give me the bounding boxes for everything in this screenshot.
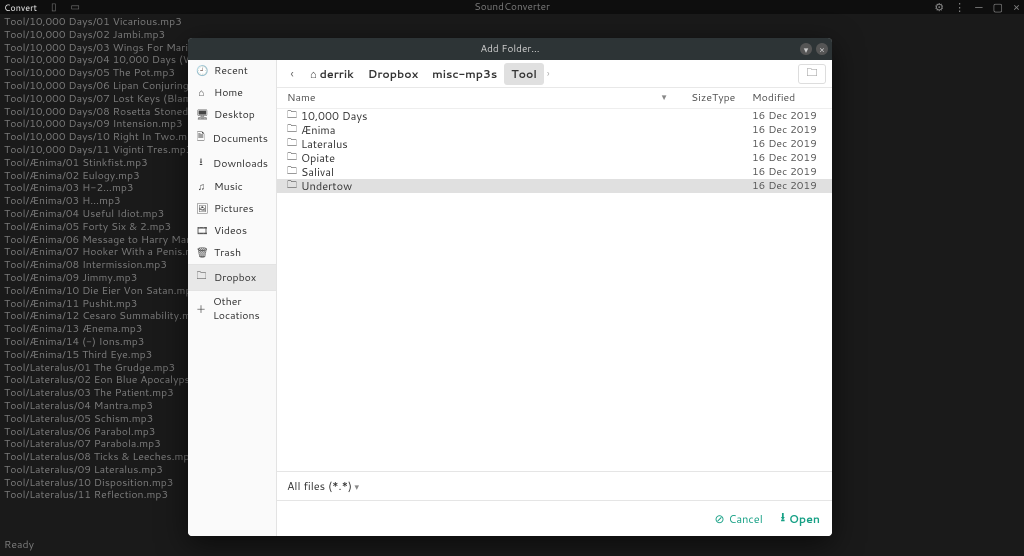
minimize-icon[interactable]: — bbox=[975, 2, 982, 13]
action-row: ⊘ Cancel ⭳ Open bbox=[277, 500, 832, 536]
background-file-item[interactable]: Tool/10,000 Days/01 Vicarious.mp3 bbox=[4, 16, 1020, 29]
dropbox-icon: 🗀 bbox=[196, 269, 207, 286]
recent-icon: 🕘 bbox=[196, 64, 207, 78]
file-modified: 16 Dec 2019 bbox=[752, 179, 822, 193]
file-browser: ‹ ⌂ derrikDropboxmisc-mp3sTool › 🗀 Name … bbox=[277, 60, 832, 536]
sidebar-item-label: Other Locations bbox=[213, 295, 268, 323]
file-modified: 16 Dec 2019 bbox=[752, 165, 822, 179]
menu-icon[interactable]: ⋮ bbox=[954, 2, 965, 13]
sidebar-item-label: Downloads bbox=[213, 157, 268, 171]
gear-icon[interactable]: ⚙ bbox=[934, 2, 944, 13]
app-title: SoundConverter bbox=[474, 0, 550, 14]
nav-back-button[interactable]: ‹ bbox=[283, 65, 301, 82]
other-locations-icon: ＋ bbox=[196, 301, 206, 317]
home-icon: ⌂ bbox=[310, 66, 317, 82]
folder-row[interactable]: 🗀Salival16 Dec 2019 bbox=[277, 165, 832, 179]
sidebar-item-videos[interactable]: 🎞 Videos bbox=[188, 220, 276, 242]
folder-row[interactable]: 🗀Undertow 16 Dec 2019 bbox=[277, 179, 832, 193]
sort-indicator-icon: ▼ bbox=[660, 91, 672, 105]
sidebar-item-pictures[interactable]: 🖼 Pictures bbox=[188, 198, 276, 220]
col-size[interactable]: Size bbox=[672, 91, 712, 105]
sidebar-item-desktop[interactable]: 🖥 Desktop bbox=[188, 104, 276, 126]
file-modified: 16 Dec 2019 bbox=[752, 123, 822, 137]
file-modified: 16 Dec 2019 bbox=[752, 137, 822, 151]
file-filter-dropdown[interactable]: All files (*.*) bbox=[287, 478, 359, 494]
app-toolbar-right: ⚙ ⋮ — ▢ × bbox=[934, 2, 1020, 13]
home-icon: ⌂ bbox=[196, 86, 207, 100]
sidebar-item-music[interactable]: ♫ Music bbox=[188, 176, 276, 198]
desktop-icon: 🖥 bbox=[196, 108, 207, 122]
breadcrumb-dropbox[interactable]: Dropbox bbox=[361, 63, 425, 85]
path-bar: ‹ ⌂ derrikDropboxmisc-mp3sTool › 🗀 bbox=[277, 60, 832, 88]
sidebar-item-label: Pictures bbox=[214, 202, 254, 216]
chevron-right-icon: › bbox=[546, 67, 551, 81]
add-folder-dialog: Add Folder… ▾ × 🕘 Recent ⌂ Home 🖥 Desktop 🗎 Doc… bbox=[188, 38, 832, 536]
close-icon[interactable]: × bbox=[1013, 2, 1020, 13]
documents-icon: 🗎 bbox=[196, 130, 206, 147]
file-name: Undertow bbox=[301, 178, 672, 194]
folder-row[interactable]: 🗀10,000 Days16 Dec 2019 bbox=[277, 109, 832, 123]
music-icon: ♫ bbox=[196, 180, 207, 194]
dialog-title: Add Folder… bbox=[480, 42, 539, 56]
sidebar-item-downloads[interactable]: ⭳ Downloads bbox=[188, 151, 276, 176]
dialog-down-icon[interactable]: ▾ bbox=[800, 43, 812, 55]
app-titlebar: Convert ▯ ▭ SoundConverter ⚙ ⋮ — ▢ × bbox=[0, 0, 1024, 14]
sidebar-item-home[interactable]: ⌂ Home bbox=[188, 82, 276, 104]
trash-icon: 🗑 bbox=[196, 246, 207, 260]
places-sidebar: 🕘 Recent ⌂ Home 🖥 Desktop 🗎 Documents ⭳ Downloads… bbox=[188, 60, 277, 536]
column-headers[interactable]: Name ▼ Size Type Modified bbox=[277, 88, 832, 109]
breadcrumb-misc-mp3s[interactable]: misc-mp3s bbox=[425, 63, 504, 85]
folder-icon: 🗀 bbox=[287, 178, 301, 195]
add-file-icon[interactable]: ▯ bbox=[51, 0, 57, 14]
breadcrumb-derrik[interactable]: ⌂ derrik bbox=[303, 63, 361, 85]
col-name[interactable]: Name bbox=[287, 91, 660, 105]
sidebar-item-label: Recent bbox=[214, 64, 248, 78]
folder-row[interactable]: 🗀Opiate16 Dec 2019 bbox=[277, 151, 832, 165]
sidebar-item-other-locations[interactable]: ＋ Other Locations bbox=[188, 291, 276, 327]
sidebar-item-label: Music bbox=[214, 180, 243, 194]
sidebar-item-recent[interactable]: 🕘 Recent bbox=[188, 60, 276, 82]
file-modified: 16 Dec 2019 bbox=[752, 151, 822, 165]
folder-row[interactable]: 🗀Ænima16 Dec 2019 bbox=[277, 123, 832, 137]
open-icon: ⭳ bbox=[781, 508, 785, 529]
videos-icon: 🎞 bbox=[196, 224, 207, 238]
downloads-icon: ⭳ bbox=[196, 155, 206, 172]
new-folder-button[interactable]: 🗀 bbox=[798, 64, 826, 84]
sidebar-item-label: Desktop bbox=[214, 108, 255, 122]
app-toolbar-left: Convert ▯ ▭ bbox=[4, 0, 80, 14]
file-modified: 16 Dec 2019 bbox=[752, 109, 822, 123]
sidebar-item-label: Documents bbox=[213, 132, 268, 146]
col-type[interactable]: Type bbox=[712, 91, 752, 105]
breadcrumb-tool[interactable]: Tool bbox=[504, 63, 544, 85]
dialog-titlebar: Add Folder… ▾ × bbox=[188, 38, 832, 60]
sidebar-item-label: Dropbox bbox=[214, 271, 256, 285]
col-modified[interactable]: Modified bbox=[752, 91, 822, 105]
sidebar-item-label: Trash bbox=[214, 246, 241, 260]
cancel-button[interactable]: ⊘ Cancel bbox=[714, 508, 762, 529]
sidebar-item-trash[interactable]: 🗑 Trash bbox=[188, 242, 276, 264]
dialog-close-icon[interactable]: × bbox=[816, 43, 828, 55]
convert-button[interactable]: Convert bbox=[4, 1, 37, 14]
add-folder-icon[interactable]: ▭ bbox=[71, 0, 80, 14]
folder-row[interactable]: 🗀Lateralus16 Dec 2019 bbox=[277, 137, 832, 151]
sidebar-item-label: Home bbox=[214, 86, 243, 100]
status-text: Ready bbox=[4, 539, 1020, 554]
cancel-icon: ⊘ bbox=[714, 510, 724, 527]
file-list[interactable]: 🗀10,000 Days16 Dec 2019🗀Ænima16 Dec 2019… bbox=[277, 109, 832, 471]
sidebar-item-dropbox[interactable]: 🗀 Dropbox bbox=[188, 265, 276, 290]
open-button[interactable]: ⭳ Open bbox=[781, 508, 820, 529]
maximize-icon[interactable]: ▢ bbox=[993, 2, 1003, 13]
sidebar-item-label: Videos bbox=[214, 224, 247, 238]
sidebar-item-documents[interactable]: 🗎 Documents bbox=[188, 126, 276, 151]
filter-row: All files (*.*) bbox=[277, 471, 832, 500]
pictures-icon: 🖼 bbox=[196, 202, 207, 216]
